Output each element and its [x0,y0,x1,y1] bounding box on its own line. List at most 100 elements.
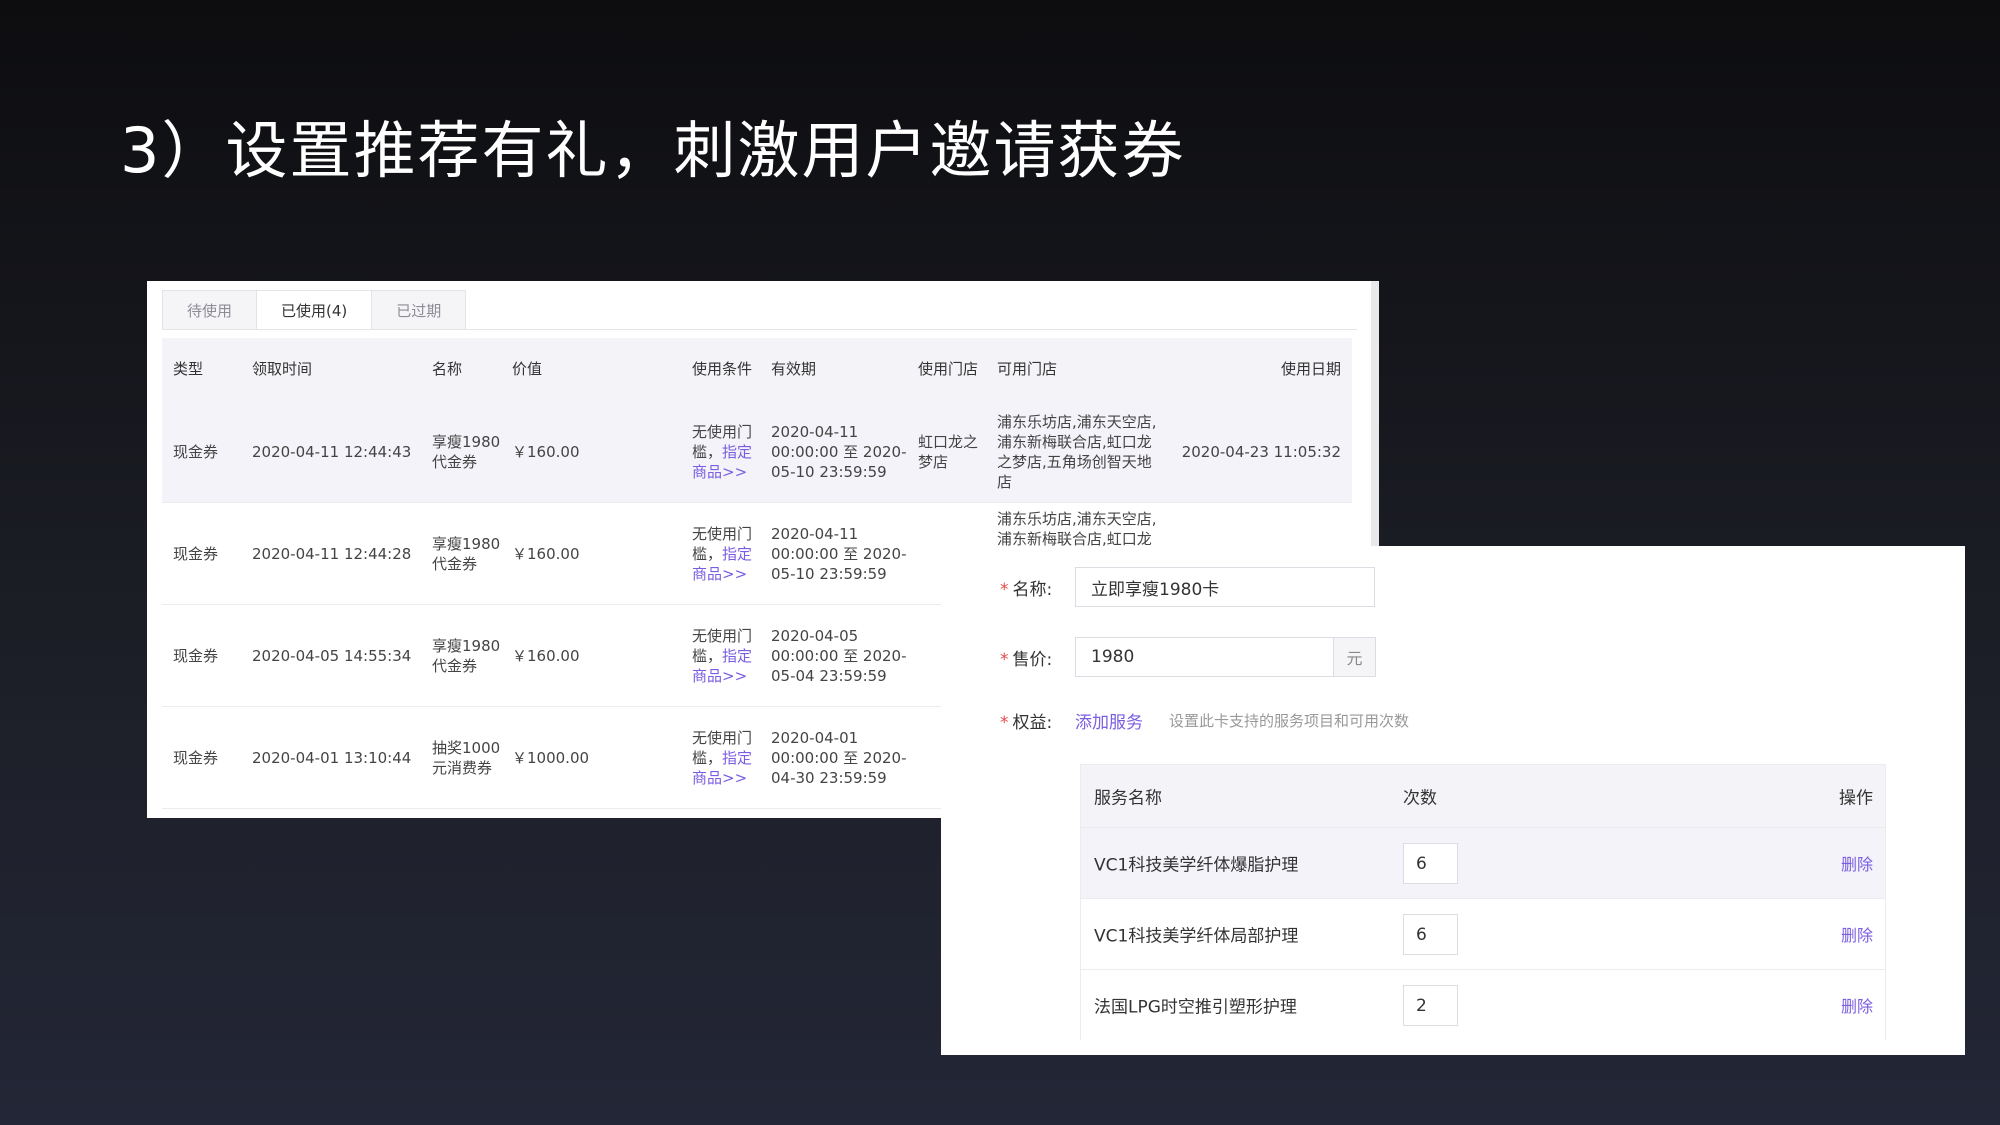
name-line: 享瘦1980 [432,432,501,451]
service-table: 服务名称 次数 操作 VC1科技美学纤体爆脂护理 6 删除 VC1科技美学纤体局… [1080,764,1886,1040]
price-input[interactable]: 1980 [1075,637,1334,677]
cell-type: 现金券 [173,646,219,665]
service-row: VC1科技美学纤体爆脂护理 6 删除 [1081,827,1885,898]
cell-type: 现金券 [173,442,219,461]
cell-validity: 2020-04-05 00:00:00 至 2020- 05-04 23:59:59 [771,626,907,686]
cond-line: 槛， [692,748,723,767]
cell-type: 现金券 [173,544,219,563]
tab-used[interactable]: 已使用(4) [256,290,373,330]
goods-link[interactable]: 指定 [722,749,752,767]
goods-link-more[interactable]: 商品>> [692,667,747,685]
price-unit: 元 [1334,637,1376,677]
cell-name: 享瘦1980 代金券 [432,432,500,472]
header-received: 领取时间 [252,360,313,378]
service-row: 法国LPG时空推引塑形护理 2 删除 [1081,969,1885,1040]
store-line: 虹口龙之 [918,432,979,451]
avail-line: 浦东新梅联合店,虹口龙 [997,432,1152,451]
header-used-date: 使用日期 [1280,360,1341,378]
cell-value: ￥160.00 [512,442,580,461]
validity-line: 05-10 23:59:59 [771,462,887,481]
service-name: VC1科技美学纤体局部护理 [1094,926,1299,947]
header-count: 次数 [1403,788,1437,809]
name-line: 享瘦1980 [432,636,501,655]
name-line: 抽奖1000 [432,738,501,757]
cond-line: 槛， [692,442,723,461]
benefits-row: * 权益: 添加服务 设置此卡支持的服务项目和可用次数 [1000,708,1409,733]
store-line: 梦店 [918,452,949,471]
slide-title: 3）设置推荐有礼，刺激用户邀请获券 [120,114,1186,187]
validity-line: 2020-04-01 [771,728,859,747]
cell-name: 抽奖1000 元消费券 [432,738,500,778]
count-input[interactable]: 6 [1403,843,1458,884]
validity-line: 2020-04-05 [771,626,859,645]
cell-condition: 无使用门 槛，指定商品>> [692,422,752,482]
cond-line: 无使用门 [692,422,753,441]
name-label: * 名称: [1000,575,1075,600]
header-service: 服务名称 [1094,788,1162,809]
cell-value: ￥160.00 [512,646,580,665]
cell-used-date: 2020-04-23 11:05:32 [1181,442,1341,461]
goods-link-more[interactable]: 商品>> [692,463,747,481]
header-type: 类型 [173,360,204,378]
goods-link-more[interactable]: 商品>> [692,565,747,583]
name-input[interactable]: 立即享瘦1980卡 [1075,567,1375,607]
count-input[interactable]: 6 [1403,914,1458,955]
cond-line: 无使用门 [692,626,753,645]
count-input[interactable]: 2 [1403,985,1458,1026]
goods-link-more[interactable]: 商品>> [692,769,747,787]
validity-line: 04-30 23:59:59 [771,768,887,787]
price-row: * 售价: 1980 元 [1000,637,1376,677]
cell-condition: 无使用门 槛，指定 商品>> [692,728,752,788]
benefits-hint: 设置此卡支持的服务项目和可用次数 [1169,712,1410,730]
card-form-panel: * 名称: 立即享瘦1980卡 * 售价: 1980 元 * 权益: 添加服务 设置此… [941,546,1965,1055]
goods-link[interactable]: 指定 [722,545,752,563]
delete-link[interactable]: 删除 [1841,851,1873,875]
header-validity: 有效期 [771,360,817,378]
name-line: 代金券 [432,554,478,573]
service-name: VC1科技美学纤体爆脂护理 [1094,855,1299,876]
goods-link[interactable]: 指定 [722,647,752,665]
cell-value: ￥160.00 [512,544,580,563]
tab-expired[interactable]: 已过期 [371,290,467,330]
validity-line: 05-04 23:59:59 [771,666,887,685]
price-label-text: 售价: [1012,649,1053,670]
coupon-tabs: 待使用 已使用(4) 已过期 [162,290,467,330]
cell-received: 2020-04-01 13:10:44 [252,748,412,767]
validity-line: 00:00:00 至 2020- [771,646,907,665]
cell-type: 现金券 [173,748,219,767]
cell-value: ￥1000.00 [512,748,590,767]
cond-line: 槛， [692,646,723,665]
benefits-label: * 权益: [1000,708,1075,733]
service-name: 法国LPG时空推引塑形护理 [1094,997,1297,1018]
header-value: 价值 [512,360,543,378]
required-mark: * [1000,649,1009,670]
delete-link[interactable]: 删除 [1841,993,1873,1017]
service-table-header: 服务名称 次数 操作 [1081,765,1885,827]
header-available-stores: 可用门店 [997,360,1058,378]
benefits-label-text: 权益: [1012,713,1053,733]
cell-available-stores: 浦东乐坊店,浦东天空店, 浦东新梅联合店,虹口龙 [997,509,1157,549]
delete-link[interactable]: 删除 [1841,922,1873,946]
price-label: * 售价: [1000,645,1075,670]
name-line: 代金券 [432,656,478,675]
cell-name: 享瘦1980 代金券 [432,534,500,574]
service-row: VC1科技美学纤体局部护理 6 删除 [1081,898,1885,969]
name-line: 元消费券 [432,758,493,777]
cell-received: 2020-04-11 12:44:28 [252,544,412,563]
cell-received: 2020-04-11 12:44:43 [252,442,412,461]
table-header: 类型 领取时间 名称 价值 使用条件 有效期 使用门店 可用门店 使用日期 [162,338,1352,401]
cond-line: 槛， [692,544,723,563]
validity-line: 00:00:00 至 2020- [771,748,907,767]
add-service-link[interactable]: 添加服务 [1075,708,1143,733]
cond-line: 无使用门 [692,524,753,543]
name-row: * 名称: 立即享瘦1980卡 [1000,567,1375,607]
required-mark: * [1000,579,1009,600]
header-name: 名称 [432,360,463,378]
name-line: 享瘦1980 [432,534,501,553]
avail-line: 浦东乐坊店,浦东天空店, [997,412,1157,431]
tab-pending[interactable]: 待使用 [162,290,258,330]
cell-condition: 无使用门 槛，指定商品>> [692,626,752,686]
tabs-divider [162,329,1357,330]
goods-link[interactable]: 指定 [722,443,752,461]
avail-line: 店 [997,472,1013,491]
